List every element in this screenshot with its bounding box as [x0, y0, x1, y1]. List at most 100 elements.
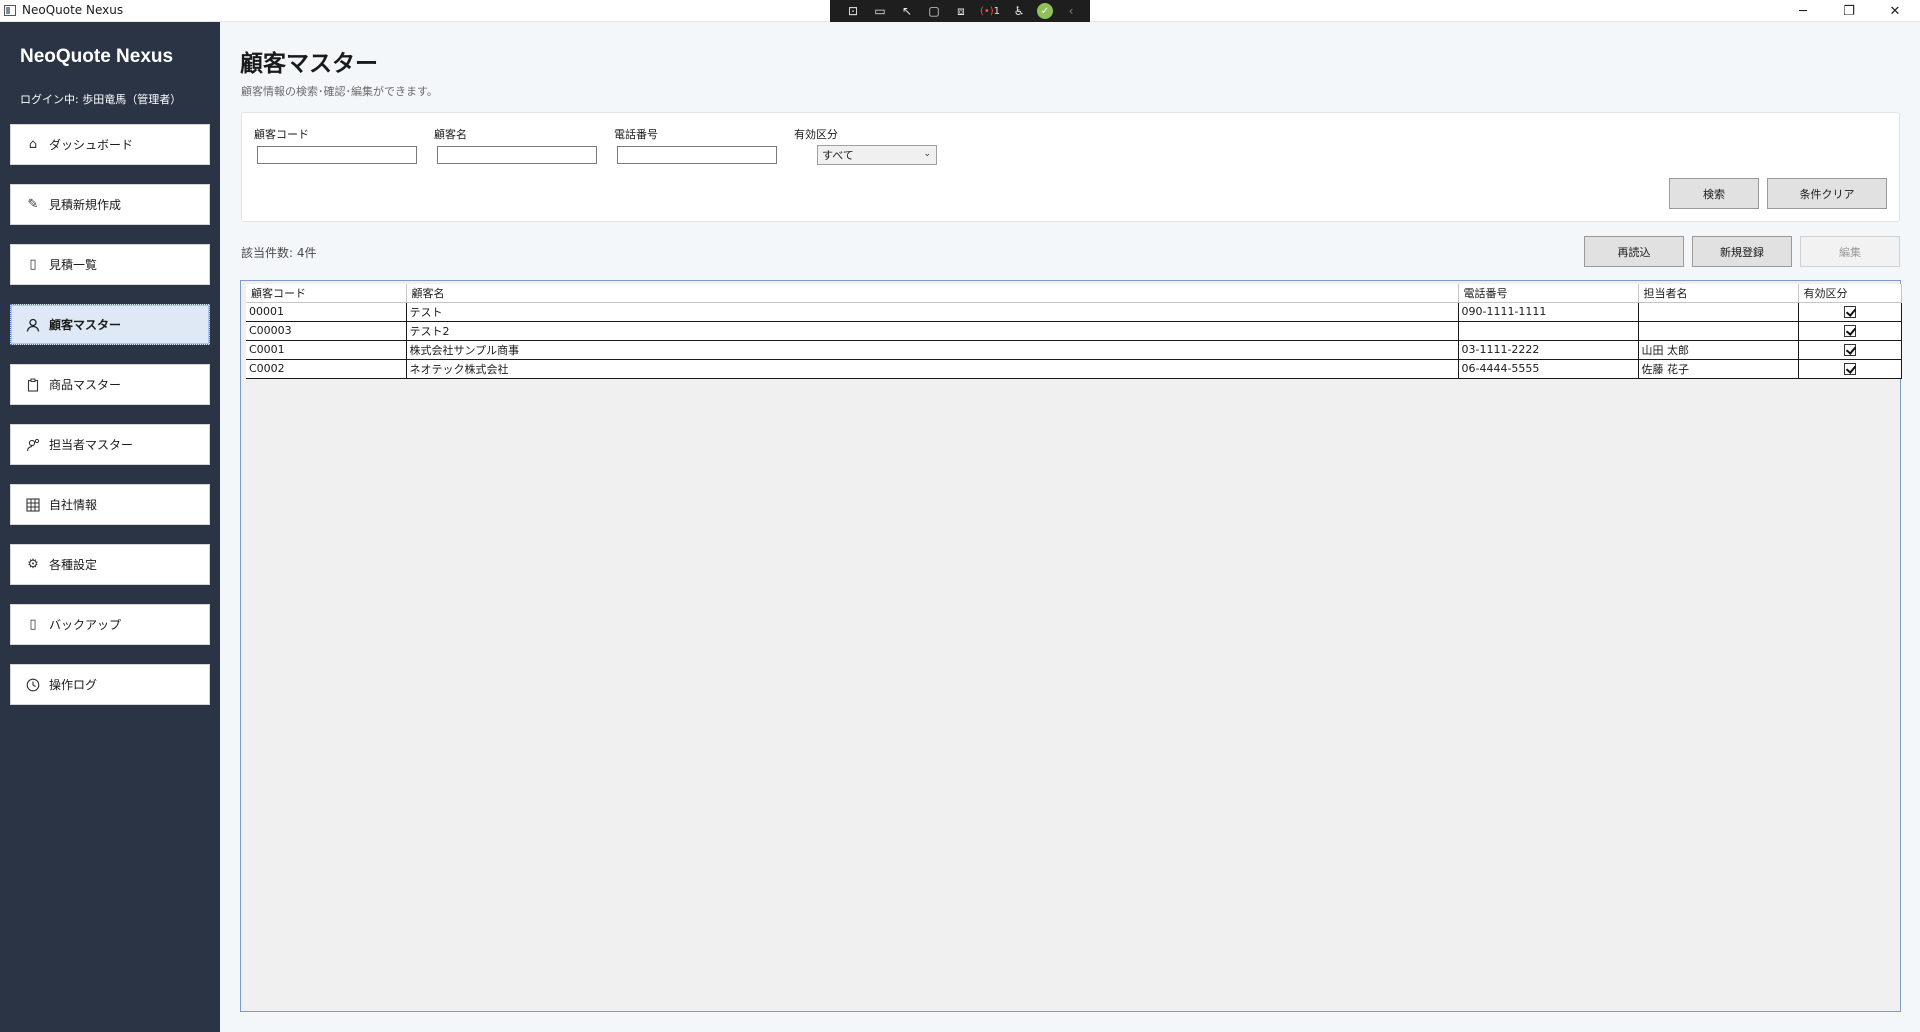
- grid-icon: [25, 497, 41, 513]
- column-header-staff[interactable]: 担当者名: [1638, 284, 1799, 303]
- table-header-row: 顧客コード 顧客名 電話番号 担当者名 有効区分: [246, 284, 1902, 303]
- brand-title: NeoQuote Nexus: [20, 46, 174, 67]
- clipboard-icon: [25, 377, 41, 393]
- document-icon: ▯: [29, 257, 37, 272]
- column-header-phone[interactable]: 電話番号: [1458, 284, 1639, 303]
- valid-checkbox[interactable]: [1843, 363, 1856, 375]
- sidebar-item-new-estimate[interactable]: ✎ 見積新規作成: [10, 184, 210, 225]
- cell-code: C0001: [246, 339, 407, 360]
- phone-label: 電話番号: [614, 128, 658, 141]
- minimize-button[interactable]: ─: [1780, 0, 1826, 22]
- sidebar-item-label: 見積新規作成: [49, 198, 122, 212]
- cell-phone: 03-1111-2222: [1458, 339, 1639, 360]
- main-content: 顧客マスター 顧客情報の検索･確認･編集ができます。 顧客コード 顧客名 電話番…: [220, 22, 1920, 1032]
- sidebar-item-label: 各種設定: [49, 558, 98, 572]
- valid-checkbox[interactable]: [1843, 325, 1856, 337]
- customer-code-label: 顧客コード: [254, 128, 309, 141]
- column-header-valid[interactable]: 有効区分: [1798, 284, 1902, 303]
- cell-code: 00001: [246, 301, 407, 322]
- sidebar-item-estimate-list[interactable]: ▯ 見積一覧: [10, 244, 210, 285]
- sidebar-item-product-master[interactable]: 商品マスター: [10, 364, 210, 405]
- customer-name-label: 顧客名: [434, 128, 467, 141]
- window-titlebar: NeoQuote Nexus ⊡ ▭ ↖ ▢ ⧈ (•) 1 ♿ ✓ ‹ ─ ❐ …: [0, 0, 1920, 22]
- sidebar-item-company-info[interactable]: 自社情報: [10, 484, 210, 525]
- cell-staff: [1638, 301, 1799, 322]
- edit-button[interactable]: 編集: [1800, 236, 1900, 267]
- table-row[interactable]: C0002 ネオテック株式会社 06-4444-5555 佐藤 花子: [246, 358, 1902, 379]
- sidebar-item-label: バックアップ: [49, 618, 122, 632]
- cell-code: C00003: [246, 320, 407, 341]
- cell-valid: [1798, 339, 1902, 360]
- window-title: NeoQuote Nexus: [22, 3, 124, 17]
- search-filter-panel: 顧客コード 顧客名 電話番号 有効区分 すべて ⌄ 検索 条件クリア: [241, 112, 1900, 222]
- new-register-button[interactable]: 新規登録: [1692, 236, 1792, 267]
- sidebar-item-label: 自社情報: [49, 498, 98, 512]
- table-row[interactable]: 00001 テスト 090-1111-1111: [246, 301, 1902, 322]
- cell-phone: [1458, 320, 1639, 341]
- cell-valid: [1798, 358, 1902, 379]
- home-icon: ⌂: [28, 137, 38, 152]
- close-button[interactable]: ✕: [1872, 0, 1918, 22]
- phone-input[interactable]: [617, 146, 777, 164]
- sidebar-item-label: 担当者マスター: [49, 438, 134, 452]
- valid-status-value: すべて: [822, 149, 854, 162]
- gear-icon: ⚙: [27, 557, 39, 572]
- pointer-icon[interactable]: ↖: [898, 3, 916, 19]
- cell-name: テスト2: [406, 320, 1459, 341]
- sidebar-item-label: 操作ログ: [49, 678, 98, 692]
- valid-checkbox[interactable]: [1843, 306, 1856, 318]
- sidebar-item-label: 見積一覧: [49, 258, 98, 272]
- customer-table: 顧客コード 顧客名 電話番号 担当者名 有効区分 00001 テスト 090-1…: [246, 284, 1902, 379]
- layout-icon[interactable]: ▢: [925, 3, 943, 19]
- clock-icon: [25, 677, 41, 693]
- login-user: ログイン中: 歩田竜馬（管理者）: [20, 93, 182, 106]
- valid-status-select[interactable]: すべて ⌄: [817, 145, 937, 165]
- sidebar-item-label: 商品マスター: [49, 378, 122, 392]
- staff-icon: [25, 437, 41, 453]
- search-button[interactable]: 検索: [1669, 178, 1759, 209]
- cell-phone: 090-1111-1111: [1458, 301, 1639, 322]
- sidebar: NeoQuote Nexus ログイン中: 歩田竜馬（管理者） ⌂ ダッシュボー…: [0, 22, 220, 1032]
- sidebar-item-settings[interactable]: ⚙ 各種設定: [10, 544, 210, 585]
- pencil-icon: ✎: [27, 197, 39, 212]
- person-icon: [25, 317, 41, 333]
- table-row[interactable]: C0001 株式会社サンプル商事 03-1111-2222 山田 太郎: [246, 339, 1902, 360]
- collapse-icon[interactable]: ‹: [1062, 3, 1080, 19]
- sidebar-item-label: 顧客マスター: [49, 318, 122, 332]
- select-element-icon[interactable]: ⊡: [844, 3, 862, 19]
- sidebar-item-customer-master[interactable]: 顧客マスター: [10, 304, 210, 345]
- display-layout-icon[interactable]: ⧈: [952, 3, 970, 19]
- customer-name-input[interactable]: [437, 146, 597, 164]
- result-count: 該当件数: 4件: [241, 246, 317, 260]
- cell-phone: 06-4444-5555: [1458, 358, 1639, 379]
- maximize-button[interactable]: ❐: [1826, 0, 1872, 22]
- reload-button[interactable]: 再読込: [1584, 236, 1684, 267]
- cell-staff: 佐藤 花子: [1638, 358, 1799, 379]
- page-subtitle: 顧客情報の検索･確認･編集ができます。: [241, 85, 438, 98]
- table-row[interactable]: C00003 テスト2: [246, 320, 1902, 341]
- clear-conditions-button[interactable]: 条件クリア: [1767, 178, 1887, 209]
- customer-grid[interactable]: 顧客コード 顧客名 電話番号 担当者名 有効区分 00001 テスト 090-1…: [240, 280, 1902, 1012]
- cell-name: 株式会社サンプル商事: [406, 339, 1459, 360]
- ok-icon[interactable]: ✓: [1037, 3, 1053, 19]
- sidebar-item-backup[interactable]: ▯ バックアップ: [10, 604, 210, 645]
- sidebar-item-label: ダッシュボード: [49, 138, 134, 152]
- cell-code: C0002: [246, 358, 407, 379]
- customer-code-input[interactable]: [257, 146, 417, 164]
- valid-status-label: 有効区分: [794, 128, 838, 141]
- sidebar-item-staff-master[interactable]: 担当者マスター: [10, 424, 210, 465]
- valid-checkbox[interactable]: [1843, 344, 1856, 356]
- accessibility-icon[interactable]: ♿: [1010, 3, 1028, 19]
- page-title: 顧客マスター: [240, 51, 378, 77]
- cell-name: ネオテック株式会社: [406, 358, 1459, 379]
- debug-toolbar: ⊡ ▭ ↖ ▢ ⧈ (•) 1 ♿ ✓ ‹: [830, 0, 1090, 22]
- binding-failures-icon[interactable]: (•) 1: [979, 3, 1001, 19]
- column-header-code[interactable]: 顧客コード: [246, 284, 407, 303]
- sidebar-item-operation-log[interactable]: 操作ログ: [10, 664, 210, 705]
- column-header-name[interactable]: 顧客名: [406, 284, 1459, 303]
- app-icon: [4, 5, 16, 16]
- cell-name: テスト: [406, 301, 1459, 322]
- video-icon[interactable]: ▭: [871, 3, 889, 19]
- sidebar-item-dashboard[interactable]: ⌂ ダッシュボード: [10, 124, 210, 165]
- chevron-down-icon: ⌄: [923, 149, 931, 159]
